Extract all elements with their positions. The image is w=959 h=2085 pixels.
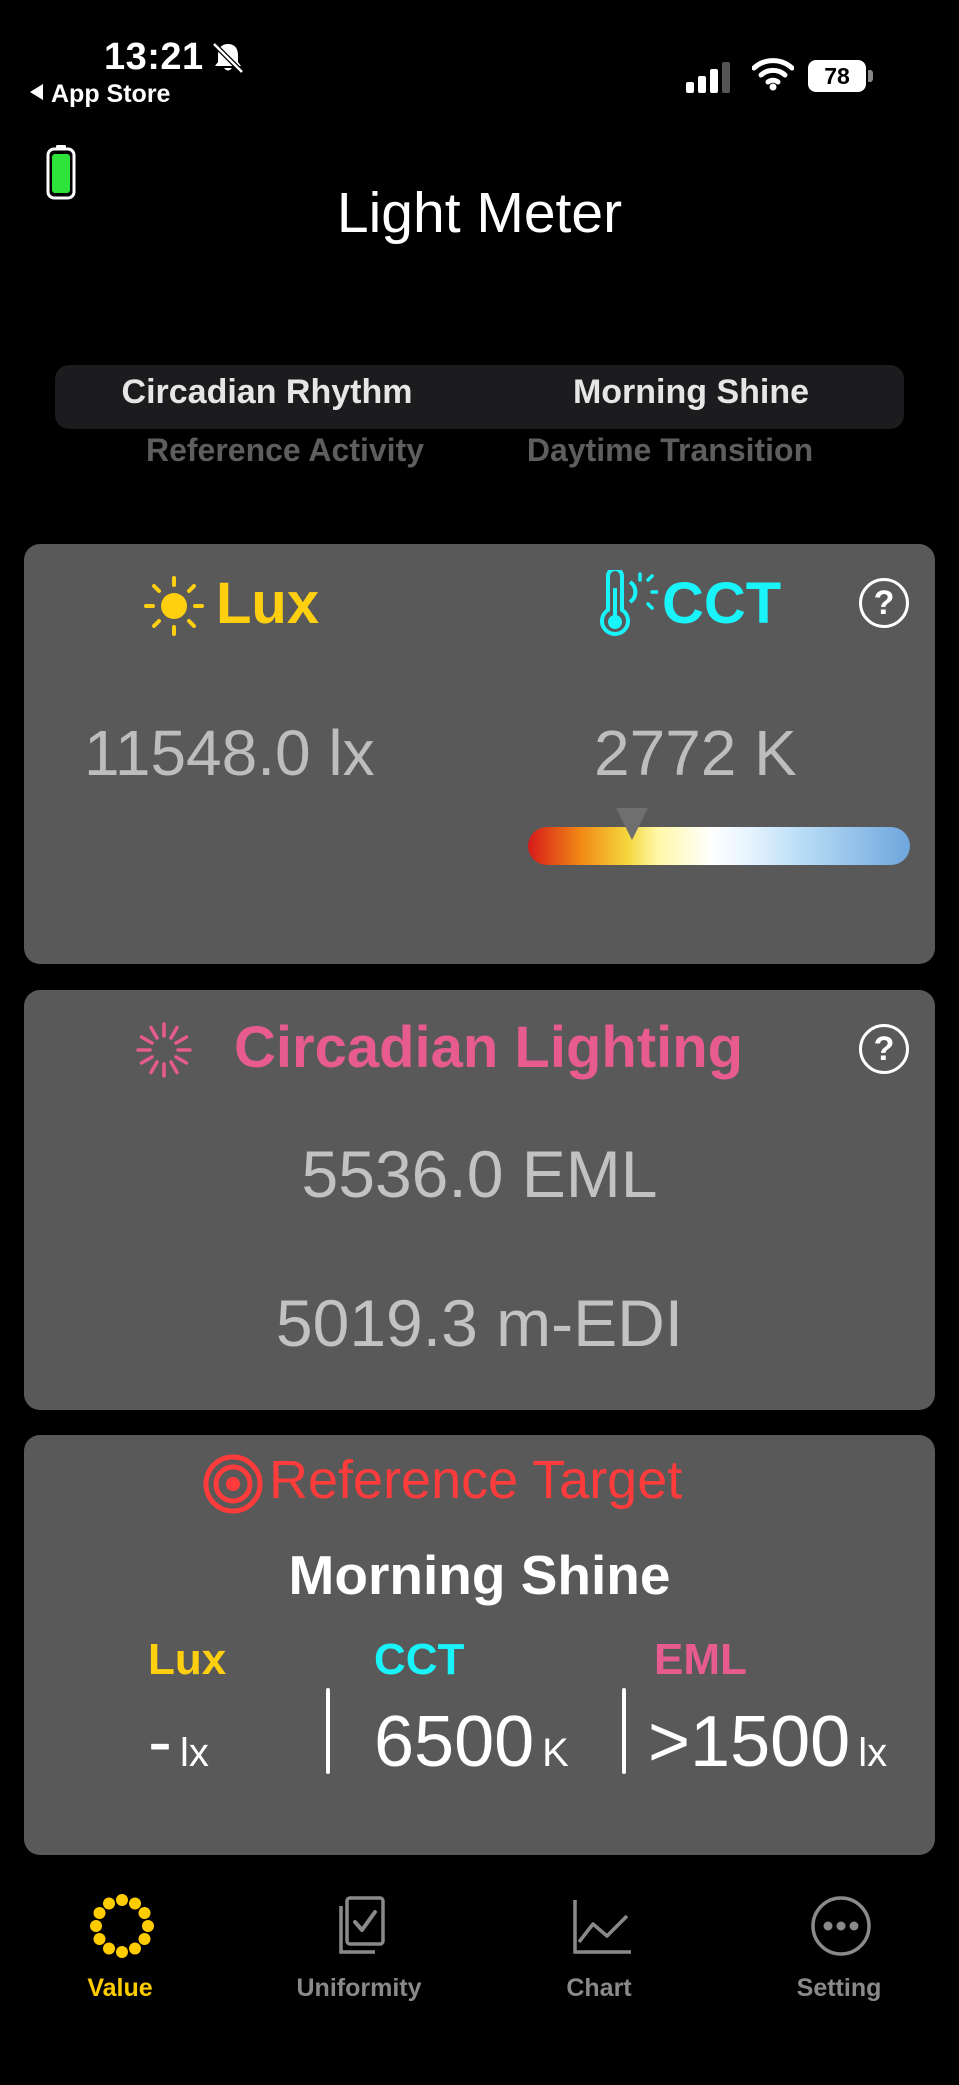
ref-eml-header: EML <box>654 1635 747 1684</box>
cct-marker-icon <box>616 808 648 840</box>
tab-chart[interactable]: Chart <box>479 1890 719 2040</box>
reference-mode-name: Morning Shine <box>288 1544 671 1606</box>
tab-value[interactable]: Value <box>0 1890 240 2040</box>
tab-label: Uniformity <box>296 1974 422 2002</box>
tab-label: Value <box>87 1974 153 2002</box>
tab-label: Chart <box>566 1974 632 2002</box>
ellipsis-circle-icon <box>811 1896 871 1956</box>
ref-eml-value: >1500 lx <box>648 1702 888 1782</box>
ref-lux-value: - lx <box>148 1702 209 1782</box>
page-title: Light Meter <box>336 181 623 245</box>
tab-label: Setting <box>796 1974 882 2002</box>
bell-muted-icon <box>212 42 244 74</box>
cct-color-scale <box>528 827 910 865</box>
ref-lux-header: Lux <box>148 1635 227 1684</box>
sun-ring-icon <box>90 1894 154 1958</box>
mode-segmented-control[interactable]: Circadian Rhythm Morning Shine <box>55 365 904 429</box>
back-arrow-icon <box>30 84 43 100</box>
picker-option-reference-activity[interactable]: Reference Activity <box>70 432 500 469</box>
help-button-measure[interactable]: ? <box>859 578 909 628</box>
back-to-app-store[interactable]: App Store <box>30 80 170 109</box>
ref-cct-value: 6500 K <box>374 1702 569 1782</box>
segment-circadian-rhythm[interactable]: Circadian Rhythm <box>55 373 479 412</box>
battery-percent: 78 <box>824 63 850 89</box>
thermometer-sun-icon <box>600 570 658 636</box>
column-divider <box>622 1688 626 1774</box>
segment-morning-shine[interactable]: Morning Shine <box>479 373 903 412</box>
circadian-burst-icon <box>136 1022 192 1078</box>
column-divider <box>326 1688 330 1774</box>
lux-label: Lux <box>216 571 320 636</box>
lux-cct-card: Lux CCT ? 11548.0 lx 2772 K <box>24 544 935 964</box>
circadian-lighting-card: Circadian Lighting ? 5536.0 EML 5019.3 m… <box>24 990 935 1410</box>
circadian-lighting-label: Circadian Lighting <box>234 1015 744 1080</box>
tab-uniformity[interactable]: Uniformity <box>239 1890 479 2040</box>
lux-reading: 11548.0 lx <box>84 717 375 789</box>
tab-setting[interactable]: Setting <box>719 1890 959 2040</box>
target-icon <box>203 1454 263 1514</box>
picker-option-daytime-transition[interactable]: Daytime Transition <box>455 432 885 469</box>
cct-reading: 2772 K <box>594 717 797 789</box>
medi-reading: 5019.3 m-EDI <box>275 1286 684 1360</box>
line-chart-icon <box>573 1900 631 1954</box>
cct-label: CCT <box>662 571 782 636</box>
reference-target-card: Reference Target Morning Shine Lux CCT E… <box>24 1435 935 1855</box>
help-button-circadian[interactable]: ? <box>859 1024 909 1074</box>
battery-status-icon: 78 <box>808 60 874 94</box>
wifi-icon <box>752 58 794 91</box>
document-check-icon <box>339 1896 385 1954</box>
ref-cct-header: CCT <box>374 1635 465 1684</box>
cellular-signal-icon <box>686 62 730 93</box>
sun-icon <box>144 576 204 636</box>
eml-reading: 5536.0 EML <box>301 1137 658 1211</box>
reference-target-label: Reference Target <box>269 1450 683 1510</box>
status-time: 13:21 <box>104 36 204 78</box>
